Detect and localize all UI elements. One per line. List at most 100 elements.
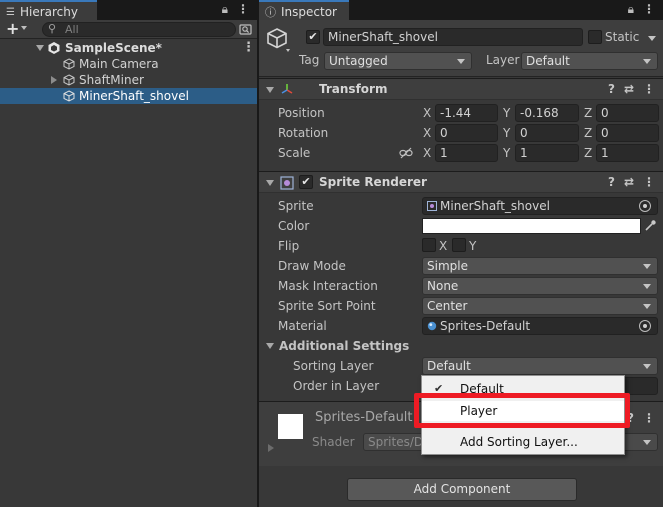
order-in-layer-label: Order in Layer <box>293 379 380 393</box>
axis-y-label[interactable]: Y <box>503 146 510 160</box>
scene-more-icon[interactable]: ⋮ <box>242 40 255 56</box>
sorting-layer-label: Sorting Layer <box>293 359 374 373</box>
mask-interaction-dropdown[interactable]: None <box>422 277 658 295</box>
material-label: Material <box>278 319 327 333</box>
static-checkbox[interactable] <box>588 30 602 44</box>
object-picker-icon[interactable] <box>639 200 651 212</box>
additional-settings-label[interactable]: Additional Settings <box>279 339 409 353</box>
draw-mode-value: Simple <box>427 259 468 273</box>
axis-z-label[interactable]: Z <box>584 146 592 160</box>
rotation-y-field[interactable]: 0 <box>515 124 579 142</box>
layer-label: Layer <box>486 53 520 67</box>
axis-x-label[interactable]: X <box>423 146 431 160</box>
popup-item-add-sorting-layer[interactable]: Add Sorting Layer... <box>422 432 624 452</box>
static-dropdown-icon[interactable] <box>648 36 656 41</box>
component-more-icon[interactable]: ⋮ <box>643 82 655 96</box>
hierarchy-item-main-camera[interactable]: Main Camera <box>0 56 257 72</box>
layer-dropdown[interactable]: Default <box>521 52 658 70</box>
axis-x-label[interactable]: X <box>423 106 431 120</box>
help-icon[interactable]: ? <box>608 175 615 189</box>
help-icon[interactable]: ? <box>608 82 615 96</box>
unity-scene-icon <box>48 42 60 54</box>
foldout-arrow-icon[interactable] <box>36 45 44 51</box>
hierarchy-item-scene[interactable]: SampleScene* ⋮ <box>0 40 257 56</box>
axis-y-label[interactable]: Y <box>503 106 510 120</box>
layer-value: Default <box>526 54 570 68</box>
lock-icon[interactable]: 🔒︎ <box>628 2 634 17</box>
flip-x-checkbox[interactable] <box>422 238 436 252</box>
inspector-tabbar: ⓘ Inspector 🔒︎ ⋮ <box>259 0 663 21</box>
add-component-button[interactable]: Add Component <box>347 478 577 501</box>
scale-x-field[interactable]: 1 <box>435 144 498 162</box>
sorting-layer-dropdown[interactable]: Default <box>422 357 658 375</box>
tab-hierarchy[interactable]: ☰ Hierarchy <box>0 0 97 21</box>
sprite-sort-point-dropdown[interactable]: Center <box>422 297 658 315</box>
constrain-proportions-icon[interactable] <box>399 147 413 159</box>
material-asset-icon <box>427 321 437 331</box>
hierarchy-item-minershaft-shovel[interactable]: MinerShaft_shovel <box>0 88 257 104</box>
mask-interaction-label: Mask Interaction <box>278 279 378 293</box>
sprite-label: Sprite <box>278 199 314 213</box>
sprite-object-field[interactable]: MinerShaft_shovel <box>422 197 658 215</box>
foldout-arrow-icon[interactable] <box>266 87 274 93</box>
foldout-arrow-icon[interactable] <box>51 76 57 84</box>
hierarchy-item-shaftminer[interactable]: ShaftMiner <box>0 72 257 88</box>
tag-value: Untagged <box>329 54 388 68</box>
shader-label: Shader <box>312 435 355 449</box>
foldout-arrow-icon[interactable] <box>266 180 274 186</box>
flip-y-checkbox[interactable] <box>452 238 466 252</box>
axis-y-label[interactable]: Y <box>503 126 510 140</box>
component-more-icon[interactable]: ⋮ <box>643 411 655 425</box>
tab-inspector[interactable]: ⓘ Inspector <box>259 0 349 21</box>
add-object-button[interactable]: + <box>6 20 19 38</box>
component-more-icon[interactable]: ⋮ <box>643 175 655 189</box>
search-filter-icon[interactable] <box>239 22 253 37</box>
transform-title: Transform <box>319 82 388 96</box>
axis-z-label[interactable]: Z <box>584 106 592 120</box>
chevron-down-icon <box>643 264 651 269</box>
chevron-down-icon <box>643 364 651 369</box>
chevron-down-icon[interactable] <box>21 26 27 30</box>
scene-name: SampleScene* <box>65 41 162 55</box>
hierarchy-tab-label: Hierarchy <box>19 5 78 19</box>
chevron-down-icon <box>643 440 651 445</box>
draw-mode-label: Draw Mode <box>278 259 346 273</box>
eyedropper-icon[interactable] <box>644 219 657 232</box>
axis-z-label[interactable]: Z <box>584 126 592 140</box>
presets-icon[interactable]: ⇄ <box>624 82 634 96</box>
material-section-name[interactable]: Sprites-Default <box>315 410 413 425</box>
more-menu-icon[interactable]: ⋮ <box>643 2 655 17</box>
hierarchy-panel: ☰ Hierarchy 🔒︎ ⋮ + All ⚲ SampleScene* ⋮ <box>0 0 257 507</box>
presets-icon[interactable]: ⇄ <box>624 175 634 189</box>
object-picker-icon[interactable] <box>639 320 651 332</box>
gameobject-cube-icon <box>63 58 75 70</box>
lock-icon[interactable]: 🔒︎ <box>222 2 228 17</box>
tag-dropdown[interactable]: Untagged <box>324 52 472 70</box>
color-swatch[interactable] <box>422 218 641 234</box>
transform-header[interactable]: Transform ? ⇄ ⋮ <box>259 78 663 100</box>
popup-item-label: Add Sorting Layer... <box>460 435 578 449</box>
sprite-renderer-header[interactable]: ✔ Sprite Renderer ? ⇄ ⋮ <box>259 171 663 193</box>
position-z-field[interactable]: 0 <box>596 104 659 122</box>
rotation-x-field[interactable]: 0 <box>435 124 498 142</box>
material-object-field[interactable]: Sprites-Default <box>422 317 658 335</box>
axis-x-label[interactable]: X <box>423 126 431 140</box>
gameobject-cube-icon <box>267 28 290 52</box>
active-checkbox[interactable]: ✔ <box>306 30 320 44</box>
more-menu-icon[interactable]: ⋮ <box>237 2 249 17</box>
scale-y-field[interactable]: 1 <box>515 144 579 162</box>
material-value: Sprites-Default <box>440 319 531 333</box>
sprite-asset-icon <box>427 201 437 211</box>
object-name-field[interactable]: MinerShaft_shovel <box>323 28 583 46</box>
mask-interaction-value: None <box>427 279 459 293</box>
foldout-arrow-icon[interactable] <box>268 444 274 452</box>
transform-axes-icon <box>281 84 293 94</box>
sprite-renderer-enabled-checkbox[interactable]: ✔ <box>299 175 313 189</box>
foldout-arrow-icon[interactable] <box>266 343 274 349</box>
position-x-field[interactable]: -1.44 <box>435 104 498 122</box>
draw-mode-dropdown[interactable]: Simple <box>422 257 658 275</box>
scale-z-field[interactable]: 1 <box>596 144 659 162</box>
hierarchy-search-input[interactable]: All <box>42 22 236 37</box>
rotation-z-field[interactable]: 0 <box>596 124 659 142</box>
position-y-field[interactable]: -0.168 <box>515 104 579 122</box>
